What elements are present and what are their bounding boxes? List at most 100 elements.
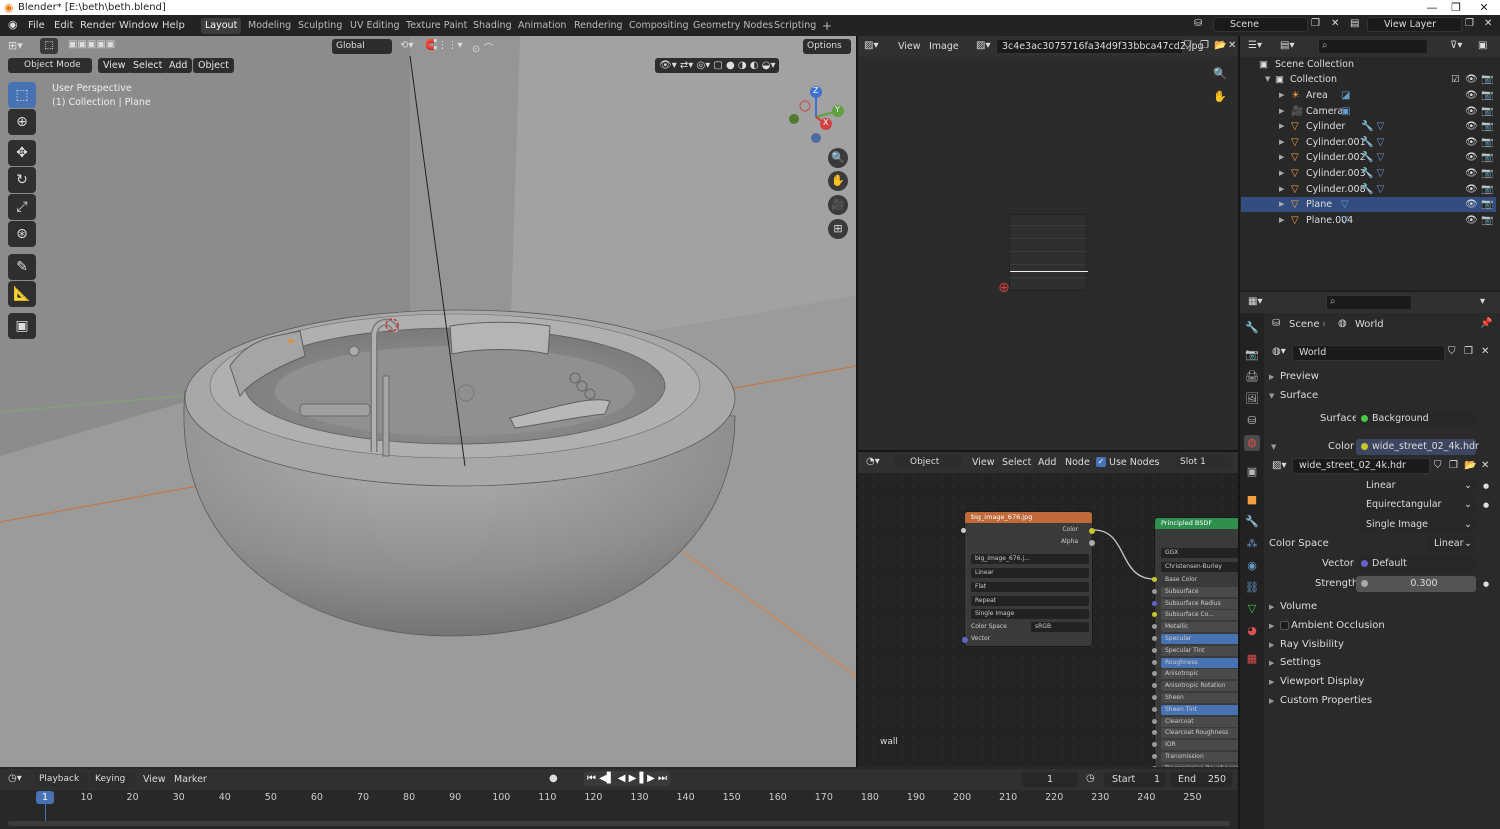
- eye-icon[interactable]: 👁: [1465, 197, 1478, 212]
- image-browse-icon[interactable]: ▨▾: [1272, 460, 1286, 471]
- eye-icon[interactable]: 👁: [1465, 135, 1478, 150]
- tab-rendering[interactable]: Rendering: [570, 18, 627, 34]
- tab-sculpting[interactable]: Sculpting: [294, 18, 346, 34]
- view-layer-tab-icon[interactable]: 🖼: [1244, 391, 1260, 407]
- object-data-icon[interactable]: 🔧 ▽: [1361, 119, 1384, 134]
- cursor-tool-icon[interactable]: ⊕: [8, 109, 36, 135]
- socket-icon[interactable]: [1152, 695, 1157, 700]
- render-icon[interactable]: 📷: [1481, 182, 1493, 197]
- socket-icon[interactable]: [1152, 577, 1157, 582]
- scale-tool-icon[interactable]: ⤢: [8, 194, 36, 220]
- panel-preview[interactable]: Preview: [1280, 369, 1319, 385]
- collapsed-arrow-icon[interactable]: ▶: [1269, 369, 1274, 385]
- outliner-type-icon[interactable]: ☰▾: [1248, 40, 1262, 51]
- panel-ray-visibility[interactable]: Ray Visibility: [1280, 637, 1344, 653]
- object-data-icon[interactable]: 🔧 ▽: [1361, 166, 1384, 181]
- socket-alpha-out-icon[interactable]: [1089, 540, 1095, 546]
- collapsed-arrow-icon[interactable]: ▶: [1269, 693, 1274, 709]
- image-editor-type-icon[interactable]: ▨▾: [864, 40, 878, 51]
- close-window-icon[interactable]: ✕: [1470, 0, 1498, 15]
- render-icon[interactable]: 📷: [1481, 135, 1493, 150]
- end-frame-field[interactable]: End 250: [1170, 772, 1232, 787]
- proportional-edit-icon[interactable]: ⊙ ⌒: [472, 40, 494, 55]
- expand-arrow-icon[interactable]: ▶: [1279, 135, 1284, 150]
- image-fake-user-icon[interactable]: ⛉: [1184, 40, 1192, 51]
- object-data-icon[interactable]: ◪: [1341, 88, 1350, 103]
- socket-icon[interactable]: [1152, 624, 1157, 630]
- exclude-checkbox-icon[interactable]: ☑: [1451, 72, 1460, 87]
- expand-arrow-icon[interactable]: ▶: [1279, 88, 1284, 103]
- collapsed-arrow-icon[interactable]: ▶: [1269, 618, 1274, 634]
- object-data-icon[interactable]: 🔧 ▽: [1361, 182, 1384, 197]
- axis-gizmo[interactable]: Z Y X: [788, 86, 850, 148]
- view-layer-field[interactable]: View Layer: [1367, 17, 1462, 32]
- panel-viewport-display[interactable]: Viewport Display: [1280, 674, 1364, 690]
- current-frame-field[interactable]: 1: [1022, 772, 1078, 787]
- color-space-dropdown[interactable]: Linear ⌄: [1426, 536, 1476, 552]
- keyframe-dot-icon[interactable]: ●: [1483, 497, 1489, 513]
- render-icon[interactable]: 📷: [1481, 197, 1493, 212]
- start-frame-field[interactable]: Start 1: [1104, 772, 1166, 787]
- world-tab-icon[interactable]: ◍: [1244, 435, 1260, 451]
- tab-uv-editing[interactable]: UV Editing: [346, 18, 404, 34]
- rotate-tool-icon[interactable]: ↻: [8, 167, 36, 193]
- eye-icon[interactable]: 👁: [1465, 166, 1478, 181]
- ambient-occlusion-checkbox[interactable]: [1280, 620, 1289, 630]
- timeline-scrollbar[interactable]: [8, 821, 1230, 826]
- record-icon[interactable]: ●: [549, 773, 558, 784]
- outliner-item-area[interactable]: ▶ ☀ Area ◪ 👁 📷: [1241, 88, 1496, 103]
- scene-tab-icon[interactable]: ⛁: [1244, 413, 1260, 429]
- shader-node-editor[interactable]: ◔▾ Object View Select Add Node ✓ Use Nod…: [858, 452, 1238, 767]
- tab-shading[interactable]: Shading: [469, 18, 516, 34]
- properties-type-icon[interactable]: ▦▾: [1248, 296, 1262, 307]
- image-node-extension[interactable]: Repeat: [971, 596, 1089, 606]
- image-browse-icon[interactable]: ▨▾: [976, 40, 990, 51]
- collapsed-arrow-icon[interactable]: ▶: [1269, 599, 1274, 615]
- color-expand-arrow-icon[interactable]: ▼: [1271, 439, 1276, 455]
- keyframe-dot-icon[interactable]: ●: [1483, 478, 1489, 494]
- properties-options-icon[interactable]: ▾: [1480, 296, 1485, 307]
- constraints-tab-icon[interactable]: ⛓: [1244, 580, 1260, 596]
- ortho-toggle-icon[interactable]: ⊞: [828, 219, 848, 239]
- bsdf-input-subsurface-co-[interactable]: Subsurface Co...: [1161, 610, 1238, 621]
- object-data-icon[interactable]: ▣: [1341, 104, 1350, 119]
- outliner-item-cylinder-001[interactable]: ▶ ▽ Cylinder.001 🔧 ▽ 👁 📷: [1241, 135, 1496, 150]
- physics-tab-icon[interactable]: ◉: [1244, 558, 1260, 574]
- particles-tab-icon[interactable]: ⁂: [1244, 536, 1260, 552]
- transform-orientation-dropdown[interactable]: Global: [332, 39, 392, 54]
- env-image-unlink-icon[interactable]: ✕: [1481, 460, 1489, 471]
- image-texture-node[interactable]: big_image_676.jpg Color Alpha big_image_…: [961, 511, 1095, 647]
- area-divider[interactable]: [858, 450, 1238, 452]
- socket-icon[interactable]: [1152, 659, 1157, 665]
- image-name-field[interactable]: 3c4e3ac3075716fa34d9f33bbca47cd2.jpg: [996, 39, 1204, 54]
- socket-icon[interactable]: [1152, 588, 1157, 594]
- expand-arrow-icon[interactable]: ▶: [1279, 182, 1284, 197]
- image-node-image-field[interactable]: big_image_676.j...: [971, 554, 1089, 564]
- image-node-cs-value[interactable]: sRGB: [1031, 622, 1089, 632]
- bsdf-input-sheen-tint[interactable]: Sheen Tint: [1161, 704, 1238, 715]
- object-data-icon[interactable]: 🔧 ▽: [1361, 150, 1384, 165]
- bsdf-input-transmission[interactable]: Transmission: [1161, 752, 1238, 762]
- filter-icon[interactable]: ⊽▾: [1450, 40, 1462, 51]
- playback-menu[interactable]: Playback: [35, 772, 89, 787]
- pivot-icon[interactable]: ⟲▾: [400, 40, 413, 51]
- render-icon[interactable]: 📷: [1481, 150, 1493, 165]
- new-collection-icon[interactable]: ▣: [1478, 40, 1487, 51]
- world-new-icon[interactable]: ❐: [1464, 346, 1473, 357]
- eye-icon[interactable]: 👁: [1465, 88, 1478, 103]
- socket-icon[interactable]: [1152, 671, 1157, 677]
- world-name-field[interactable]: World: [1292, 345, 1445, 361]
- new-scene-icon[interactable]: ❐: [1311, 18, 1320, 29]
- bsdf-input-sheen[interactable]: Sheen: [1161, 693, 1238, 703]
- panel-settings[interactable]: Settings: [1280, 655, 1321, 671]
- properties-search-input[interactable]: [1326, 295, 1412, 310]
- bsdf-input-anisotropic-rotation[interactable]: Anisotropic Rotation: [1161, 681, 1238, 692]
- socket-icon[interactable]: [1152, 706, 1157, 712]
- pin-icon[interactable]: 📌: [1480, 318, 1492, 329]
- playback-controls[interactable]: ⏮ ◀▌ ◀ ▶ ▌▶ ⏭: [584, 771, 671, 786]
- viewport-menu-select[interactable]: Select: [128, 58, 168, 73]
- bsdf-input-subsurface[interactable]: Subsurface: [1161, 586, 1238, 597]
- panel-surface[interactable]: Surface: [1280, 388, 1318, 404]
- eye-icon[interactable]: 👁: [1465, 104, 1478, 119]
- outliner-search-input[interactable]: [1318, 39, 1428, 54]
